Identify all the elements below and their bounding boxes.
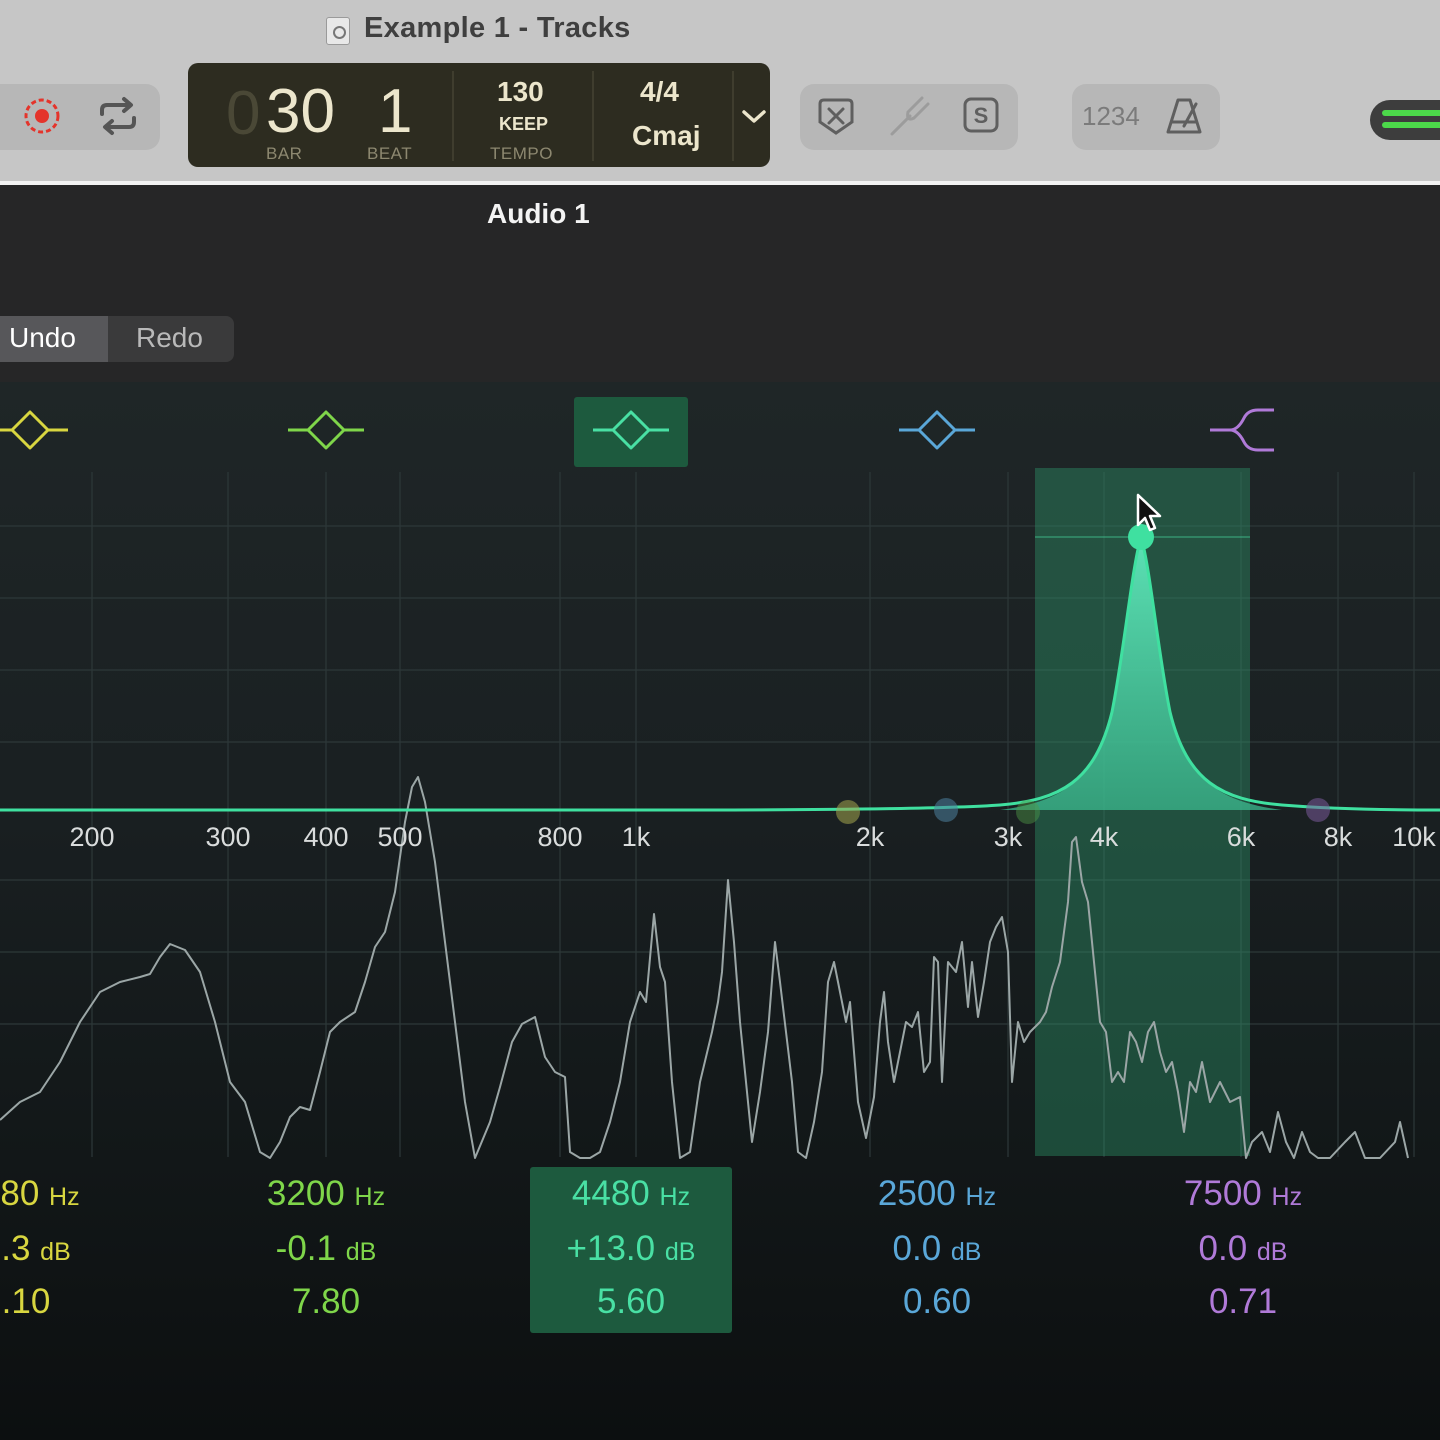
- band-2-q[interactable]: 7.80: [292, 1282, 360, 1322]
- mouse-cursor-icon: [1136, 493, 1162, 532]
- band-2-freq[interactable]: 3200 Hz: [267, 1174, 385, 1214]
- freq-label-300: 300: [205, 822, 251, 852]
- band-1-freq[interactable]: 80 Hz: [0, 1174, 79, 1214]
- freq-label-4k: 4k: [1089, 822, 1119, 852]
- lcd-bar: 30: [266, 77, 335, 146]
- freq-label-8k: 8k: [1323, 822, 1353, 852]
- band-4-q[interactable]: 0.60: [903, 1282, 971, 1322]
- lcd-tempo: 130: [497, 76, 544, 107]
- lcd-beat-label: BEAT: [367, 144, 413, 163]
- band-5-gain[interactable]: 0.0 dB: [1199, 1229, 1288, 1269]
- lcd-beat: 1: [378, 77, 413, 146]
- band-3-q[interactable]: 5.60: [597, 1282, 665, 1322]
- band-5-node[interactable]: [1306, 798, 1330, 822]
- band-3-gain[interactable]: +13.0 dB: [567, 1229, 696, 1269]
- window-title: Example 1 - Tracks: [364, 12, 631, 44]
- output-level-meter: [1370, 100, 1440, 140]
- track-name: Audio 1: [487, 198, 590, 229]
- cycle-button[interactable]: [96, 96, 140, 136]
- freq-label-3k: 3k: [993, 822, 1023, 852]
- band-4-gain[interactable]: 0.0 dB: [893, 1229, 982, 1269]
- chevron-down-icon[interactable]: [740, 104, 768, 128]
- band-4-freq[interactable]: 2500 Hz: [878, 1174, 996, 1214]
- band-4-node[interactable]: [934, 798, 958, 822]
- redo-button[interactable]: Redo: [136, 322, 203, 354]
- lcd-signature: 4/4: [640, 76, 679, 107]
- freq-label-400: 400: [303, 822, 349, 852]
- metronome-icon[interactable]: [1164, 96, 1204, 136]
- count-in-button[interactable]: 1234: [1082, 101, 1140, 132]
- band-1-q[interactable]: .10: [2, 1282, 51, 1322]
- freq-label-1k: 1k: [621, 822, 651, 852]
- lcd-bar-ghost: 0: [226, 79, 261, 148]
- band-3-freq[interactable]: 4480 Hz: [572, 1174, 690, 1214]
- freq-label-2k: 2k: [855, 822, 885, 852]
- record-button[interactable]: [22, 96, 62, 136]
- band-1-gain[interactable]: .3 dB: [1, 1229, 71, 1269]
- freq-label-10k: 10k: [1392, 822, 1436, 852]
- band-2-node[interactable]: [836, 800, 860, 824]
- band-5-freq[interactable]: 7500 Hz: [1184, 1174, 1302, 1214]
- undo-label[interactable]: Undo: [9, 322, 76, 354]
- lcd-tempo-mode: KEEP: [499, 114, 549, 134]
- tuner-icon[interactable]: [888, 96, 932, 136]
- lcd-key: Cmaj: [632, 120, 701, 151]
- solo-icon[interactable]: S: [962, 96, 1000, 134]
- band-5-q[interactable]: 0.71: [1209, 1282, 1277, 1322]
- band-2-gain[interactable]: -0.1 dB: [276, 1229, 377, 1269]
- lcd-tempo-label: TEMPO: [490, 144, 553, 163]
- lcd-bar-label: BAR: [266, 144, 303, 163]
- freq-label-500: 500: [377, 822, 423, 852]
- freq-label-800: 800: [537, 822, 583, 852]
- replace-icon[interactable]: [816, 96, 856, 136]
- freq-label-6k: 6k: [1226, 822, 1256, 852]
- document-icon: [326, 17, 350, 45]
- band-1-node[interactable]: [1016, 800, 1040, 824]
- eq-graph[interactable]: [0, 382, 1440, 1172]
- svg-text:S: S: [974, 103, 989, 128]
- freq-label-200: 200: [69, 822, 115, 852]
